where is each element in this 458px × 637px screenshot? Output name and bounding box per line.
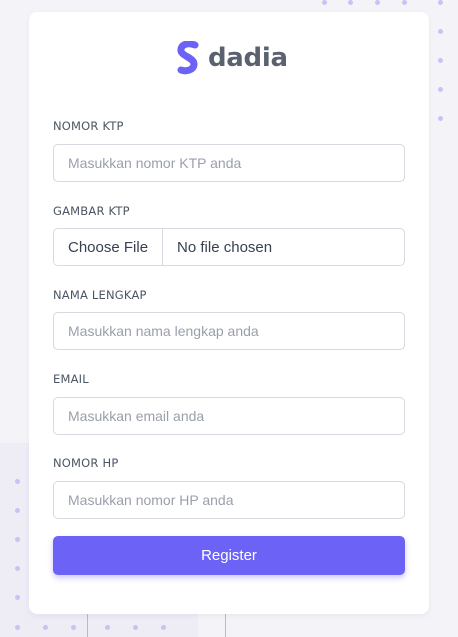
email-placeholder: Masukkan email anda <box>68 408 205 424</box>
brand-name: dadia <box>208 43 288 73</box>
decorative-dot <box>105 625 110 630</box>
full-name-placeholder: Masukkan nama lengkap anda <box>68 323 259 339</box>
decorative-dot <box>15 479 20 484</box>
decorative-dot <box>348 0 353 5</box>
decorative-dot <box>133 625 138 630</box>
decorative-dot <box>71 625 76 630</box>
decorative-dot <box>15 508 20 513</box>
decorative-dot <box>43 625 48 630</box>
decorative-dot <box>402 0 407 5</box>
decorative-dot <box>438 58 443 63</box>
ktp-number-placeholder: Masukkan nomor KTP anda <box>68 155 242 171</box>
phone-number-input[interactable]: Masukkan nomor HP anda <box>53 481 405 519</box>
file-status-text: No file chosen <box>177 238 273 256</box>
register-card: dadia NOMOR KTP Masukkan nomor KTP anda … <box>29 12 429 614</box>
ktp-image-label: GAMBAR KTP <box>53 204 130 218</box>
dadia-s-logo-icon <box>177 41 199 75</box>
ktp-image-file-input[interactable]: Choose File No file chosen <box>53 228 405 266</box>
brand: dadia <box>177 40 288 76</box>
ktp-number-input[interactable]: Masukkan nomor KTP anda <box>53 144 405 182</box>
full-name-label: NAMA LENGKAP <box>53 288 147 302</box>
phone-number-placeholder: Masukkan nomor HP anda <box>68 492 234 508</box>
decorative-dot <box>161 625 166 630</box>
register-page: dadia NOMOR KTP Masukkan nomor KTP anda … <box>0 0 458 637</box>
decorative-dot <box>322 0 327 5</box>
decorative-dot <box>15 566 20 571</box>
decorative-dot <box>15 537 20 542</box>
full-name-input[interactable]: Masukkan nama lengkap anda <box>53 312 405 350</box>
decorative-dot <box>438 87 443 92</box>
phone-number-label: NOMOR HP <box>53 456 119 470</box>
decorative-dot <box>438 0 443 5</box>
register-button[interactable]: Register <box>53 536 405 575</box>
decorative-dot <box>438 116 443 121</box>
decorative-dot <box>375 0 380 5</box>
decorative-dot <box>15 595 20 600</box>
choose-file-button[interactable]: Choose File <box>54 229 164 265</box>
ktp-number-label: NOMOR KTP <box>53 119 124 133</box>
email-input[interactable]: Masukkan email anda <box>53 397 405 435</box>
decorative-dot <box>15 625 20 630</box>
email-label: EMAIL <box>53 372 89 386</box>
decorative-dot <box>438 29 443 34</box>
